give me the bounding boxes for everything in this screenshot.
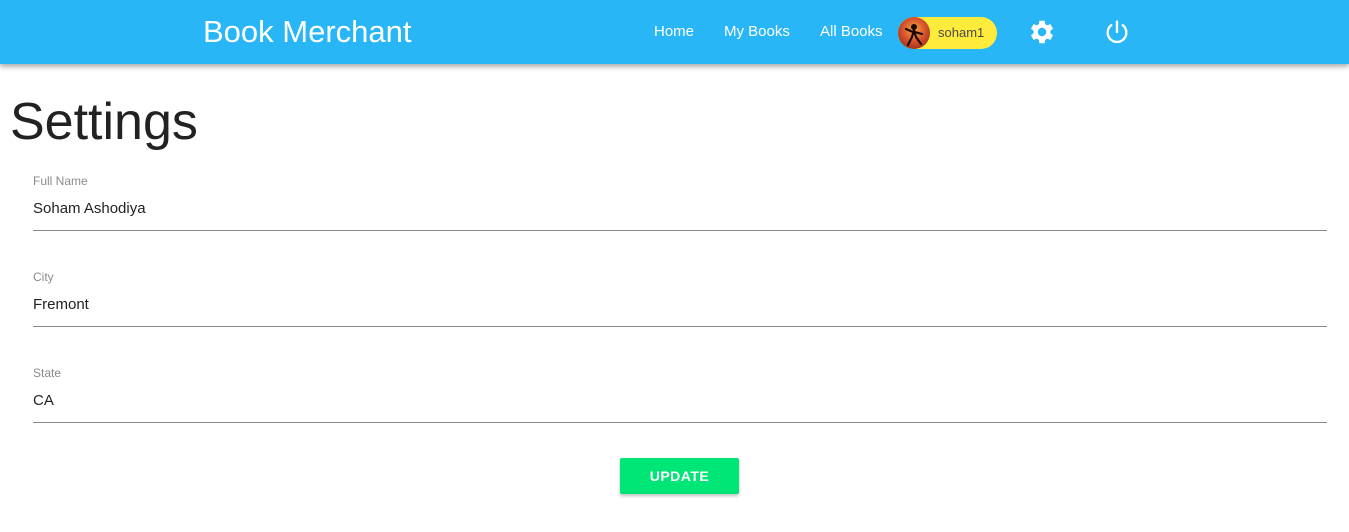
city-input[interactable] <box>33 292 1327 316</box>
city-field: City <box>33 270 1327 327</box>
user-chip[interactable]: soham1 <box>898 17 997 49</box>
full-name-input[interactable] <box>33 196 1327 220</box>
nav-all-books-link[interactable]: All Books <box>820 22 883 42</box>
full-name-field: Full Name <box>33 174 1327 231</box>
state-input[interactable] <box>33 388 1327 412</box>
update-button[interactable]: UPDATE <box>620 458 739 494</box>
brand-title[interactable]: Book Merchant <box>203 13 412 51</box>
state-label: State <box>33 366 62 380</box>
state-field: State <box>33 366 1327 423</box>
city-label: City <box>33 270 54 284</box>
power-icon[interactable] <box>1103 18 1131 46</box>
state-underline <box>33 422 1327 423</box>
nav-my-books-link[interactable]: My Books <box>724 22 790 42</box>
full-name-label: Full Name <box>33 174 88 188</box>
app-bar: Book Merchant Home My Books All Books so… <box>0 0 1349 64</box>
city-underline <box>33 326 1327 327</box>
username-label: soham1 <box>938 25 985 40</box>
nav-home-link[interactable]: Home <box>654 22 694 42</box>
gear-icon[interactable] <box>1028 18 1056 46</box>
user-avatar-icon <box>898 17 930 49</box>
full-name-underline <box>33 230 1327 231</box>
page-title: Settings <box>10 93 198 151</box>
